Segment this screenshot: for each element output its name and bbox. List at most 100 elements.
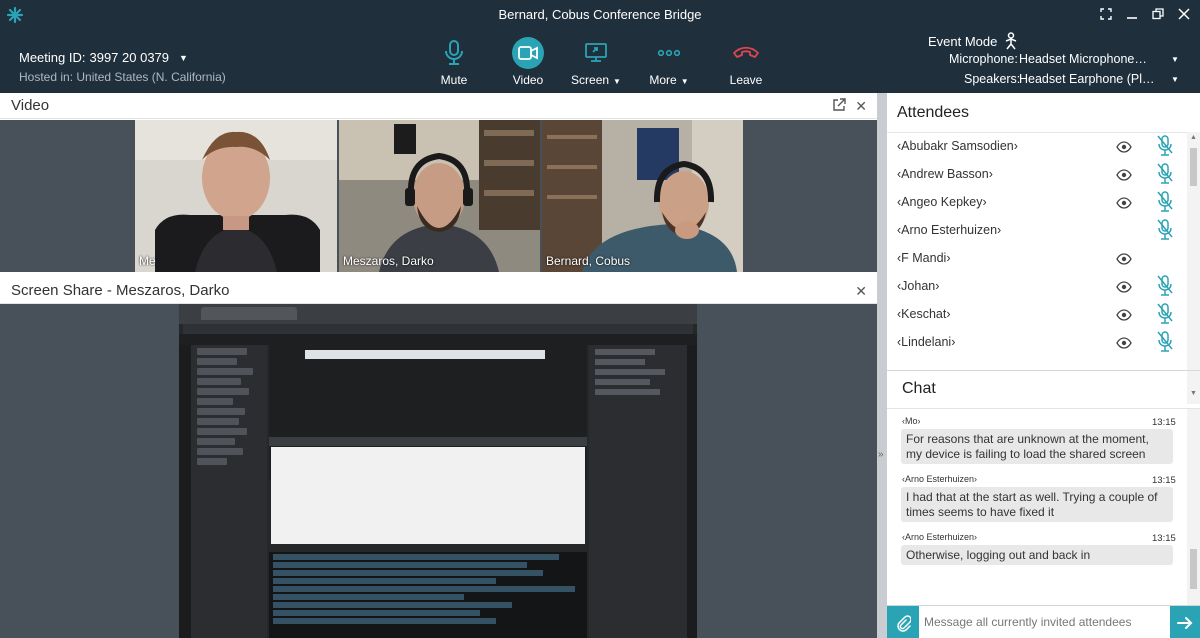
scroll-thumb[interactable]	[1190, 549, 1197, 589]
microphone-muted-icon[interactable]	[1157, 163, 1173, 185]
terminal-line	[273, 602, 512, 608]
microphone-muted-icon[interactable]	[1157, 303, 1173, 325]
microphone-value: Headset Microphone…	[1019, 52, 1147, 66]
close-window-icon[interactable]	[1176, 6, 1192, 22]
ide-terminal	[269, 552, 587, 638]
more-button[interactable]: More ▼	[634, 37, 704, 87]
presenter-icon	[1006, 32, 1017, 50]
chat-message-time: 13:15	[1152, 533, 1176, 544]
lambda-line	[595, 349, 655, 355]
terminal-line	[273, 570, 544, 576]
video-tile-meszaros[interactable]: Meszaros, Darko	[339, 120, 540, 272]
mute-button[interactable]: Mute	[419, 37, 489, 87]
event-mode-label: Event Mode	[928, 33, 998, 49]
popout-icon[interactable]	[832, 98, 846, 112]
participant-name: Bernard, Cobus	[546, 254, 631, 268]
lambda-line	[595, 369, 665, 375]
ide-file-tree	[191, 345, 267, 638]
ide-menu-bar	[179, 334, 697, 345]
hang-up-phone-icon	[730, 37, 762, 69]
ide-lambda-pane	[589, 345, 687, 638]
attendees-title: Attendees	[897, 104, 970, 121]
close-icon[interactable]: ✕	[855, 98, 867, 115]
scroll-up-icon[interactable]: ▲	[1190, 134, 1197, 141]
attendee-name: ‹Angeo Kepkey›	[897, 195, 987, 209]
attendee-name: ‹Andrew Basson›	[897, 167, 993, 181]
leave-label: Leave	[729, 73, 763, 87]
event-mode-toggle[interactable]: Event Mode	[928, 32, 1019, 50]
scroll-down-icon[interactable]: ▼	[1190, 390, 1197, 397]
eye-icon	[1116, 252, 1132, 265]
attendee-row[interactable]: ‹F Mandi›	[887, 246, 1187, 274]
attendee-scrollbar[interactable]: ▲ ▼	[1187, 132, 1200, 404]
meeting-id-label: Meeting ID:	[19, 50, 86, 65]
ide-activity-bar	[179, 345, 191, 638]
restore-icon[interactable]	[1150, 6, 1166, 22]
leave-button[interactable]: Leave	[711, 37, 781, 87]
microphone-select[interactable]: Microphone: Headset Microphone… ▼	[949, 52, 1189, 68]
window-title: Bernard, Cobus Conference Bridge	[498, 7, 702, 22]
chat-header-line	[887, 408, 1200, 409]
microphone-muted-icon[interactable]	[1157, 275, 1173, 297]
fullscreen-icon[interactable]	[1098, 6, 1114, 22]
participant-video	[135, 120, 337, 272]
send-button[interactable]	[1170, 606, 1200, 638]
chat-message-text: I had that at the start as well. Trying …	[901, 487, 1173, 522]
attendee-row[interactable]: ‹Angeo Kepkey›	[887, 190, 1187, 218]
speakers-select[interactable]: Speakers: Headset Earphone (Pl… ▼	[949, 72, 1189, 88]
video-tile-me[interactable]: Me	[135, 120, 337, 272]
attendee-row[interactable]: ‹Johan›	[887, 274, 1187, 302]
minimize-icon[interactable]	[1124, 6, 1140, 22]
chevron-double-right-icon: »	[878, 449, 884, 460]
attendee-name: ‹Lindelani›	[897, 335, 956, 349]
chat-message-sender: ‹Arno Esterhuizen›	[902, 474, 978, 484]
scroll-thumb[interactable]	[1190, 148, 1197, 186]
chat-message-time: 13:15	[1152, 475, 1176, 486]
chat-message-sender: ‹Arno Esterhuizen›	[902, 532, 978, 542]
screen-share-button[interactable]: Screen ▼	[561, 37, 631, 87]
terminal-line	[273, 578, 496, 584]
share-panel-header: Screen Share - Meszaros, Darko ✕	[0, 278, 877, 304]
video-tile-bernard[interactable]: Bernard, Cobus	[542, 120, 743, 272]
close-icon[interactable]: ✕	[855, 283, 867, 300]
video-panel-title: Video	[11, 97, 50, 114]
chat-title: Chat	[902, 380, 936, 397]
participant-video	[339, 120, 540, 272]
chat-divider	[887, 370, 1200, 371]
microphone-muted-icon[interactable]	[1157, 135, 1173, 157]
attendee-row[interactable]: ‹Abubakr Samsodien›	[887, 134, 1187, 162]
tree-line	[197, 428, 247, 435]
participant-name: Meszaros, Darko	[343, 254, 434, 268]
attendee-row[interactable]: ‹Arno Esterhuizen›	[887, 218, 1187, 246]
window-controls	[1098, 6, 1192, 22]
participant-video	[542, 120, 743, 272]
speakers-label: Speakers:	[964, 72, 1021, 86]
chat-message-input[interactable]	[924, 612, 1162, 632]
tree-line	[197, 388, 249, 395]
panel-splitter[interactable]: »	[877, 93, 887, 638]
tree-line	[197, 438, 235, 445]
chevron-down-icon: ▼	[179, 52, 188, 63]
microphone-muted-icon[interactable]	[1157, 191, 1173, 213]
mute-label: Mute	[440, 73, 468, 87]
more-label: More	[649, 73, 677, 87]
microphone-muted-icon[interactable]	[1157, 331, 1173, 353]
attendee-row[interactable]: ‹Lindelani›	[887, 330, 1187, 358]
ide-right-rail	[687, 345, 697, 638]
terminal-line	[273, 586, 576, 592]
lambda-line	[595, 379, 650, 385]
meeting-id-dropdown[interactable]: Meeting ID: 3997 20 0379 ▼	[19, 50, 188, 65]
chat-message-sender: ‹Mo›	[902, 416, 921, 426]
browser-chrome	[179, 304, 697, 324]
chat-scrollbar[interactable]	[1187, 409, 1200, 605]
attach-button[interactable]	[887, 606, 919, 638]
video-button[interactable]: Video	[493, 37, 563, 87]
video-panel-header: Video ✕	[0, 93, 877, 119]
eye-icon	[1116, 168, 1132, 181]
attendee-row[interactable]: ‹Andrew Basson›	[887, 162, 1187, 190]
tree-line	[197, 348, 247, 355]
attendee-row[interactable]: ‹Keschat›	[887, 302, 1187, 330]
microphone-muted-icon[interactable]	[1157, 219, 1173, 241]
tree-line	[197, 378, 241, 385]
shared-screen-image	[179, 304, 697, 638]
